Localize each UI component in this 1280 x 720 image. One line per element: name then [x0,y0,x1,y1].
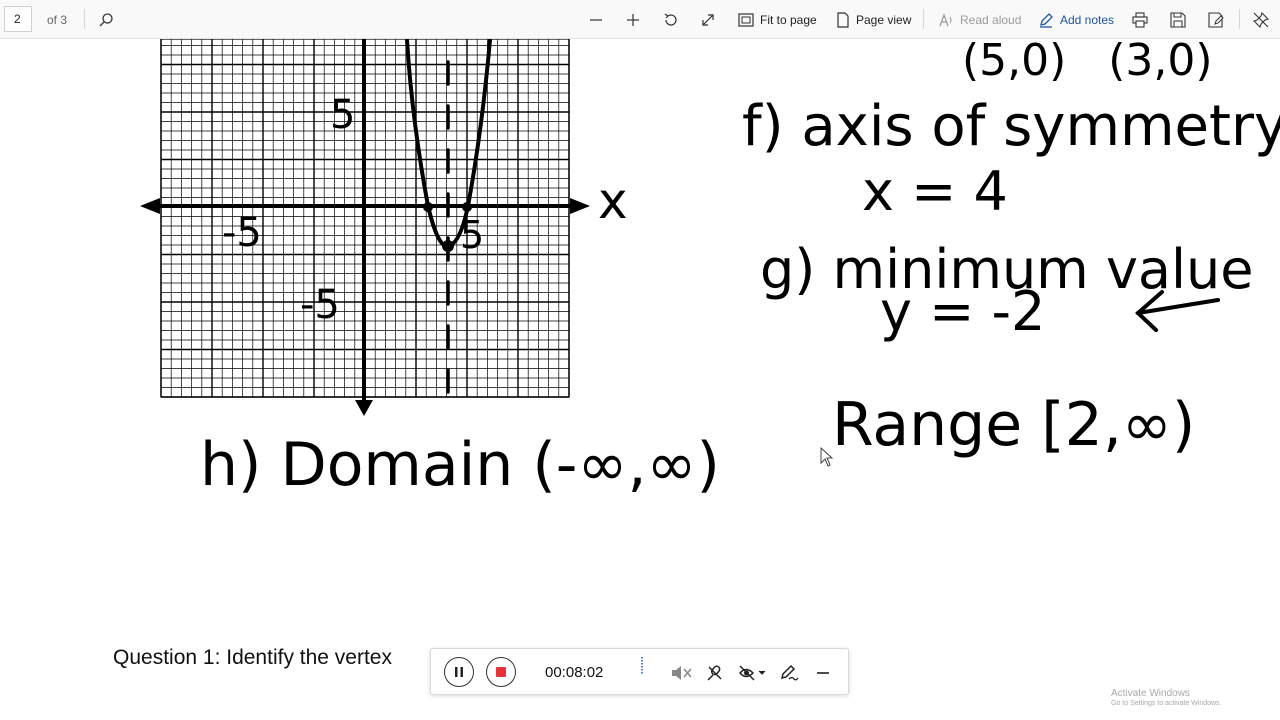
pause-button[interactable] [444,657,474,687]
x-axis-label: x [598,172,628,230]
tick-label-y-neg5: -5 [300,282,340,328]
x-axis-right-arrow [570,198,590,214]
x-intercept-point [423,202,433,212]
mouse-cursor-icon [820,447,834,467]
screen-recorder-bar: 00:08:02 [430,648,849,695]
axis-of-symmetry-label: f) axis of symmetry [742,94,1280,159]
microphone-off-icon[interactable] [703,661,727,685]
settings-pin-icon[interactable] [1250,9,1272,31]
toolbar-divider [1239,9,1240,29]
rotate-icon[interactable] [660,9,682,31]
print-icon[interactable] [1129,9,1151,31]
search-icon[interactable] [95,9,117,31]
tick-label-x-neg5: -5 [222,210,262,256]
page-total: of 3 [47,13,68,27]
minimum-value-value: y = -2 [880,280,1045,343]
x-intercept-point [462,202,472,212]
zoom-in-icon[interactable] [622,9,644,31]
recording-timer: 00:08:02 [545,664,604,681]
watermark-subtitle: Go to Settings to activate Windows. [1111,700,1222,707]
zoom-out-icon[interactable] [585,9,607,31]
watermark-title: Activate Windows [1111,688,1190,699]
fit-to-page-icon [738,13,754,27]
y-axis-down-arrow [355,400,373,416]
whiteboard-drawing: 5 -5 -5 5 x (5,0) (3,0) f) axis of symme… [140,39,1280,500]
toolbar-divider [84,9,85,29]
add-notes-label: Add notes [1060,13,1115,27]
save-as-icon[interactable] [1205,9,1227,31]
read-aloud-icon [939,13,952,27]
read-aloud-button[interactable]: Read aloud [938,9,1021,31]
page-view-label: Page view [856,13,912,27]
audio-level-icon [638,655,646,677]
activate-windows-watermark: Activate Windows Go to Settings to activ… [1111,688,1222,707]
add-notes-button[interactable]: Add notes [1038,9,1114,31]
page-number-input[interactable]: 2 [4,6,32,32]
range-label: Range [2,∞) [832,390,1195,460]
fit-to-page-button[interactable]: Fit to page [738,9,817,31]
domain-label: h) Domain (-∞,∞) [200,430,720,500]
axis-of-symmetry-value: x = 4 [862,160,1008,223]
stop-icon [496,667,506,677]
camera-off-dropdown-icon[interactable] [737,661,767,685]
x-axis-left-arrow [140,198,160,214]
vertex-point [442,240,454,252]
page-view-button[interactable]: Page view [836,9,911,31]
stop-recording-button[interactable] [486,657,516,687]
fit-to-page-label: Fit to page [760,13,817,27]
save-icon[interactable] [1167,9,1189,31]
intercepts-note: (5,0) (3,0) [962,39,1213,86]
toolbar-divider [923,9,924,29]
full-screen-icon[interactable] [697,9,719,31]
document-page: 5 -5 -5 5 x (5,0) (3,0) f) axis of symme… [0,39,1280,720]
speaker-muted-icon[interactable] [669,661,693,685]
read-aloud-label: Read aloud [960,13,1022,27]
minimize-icon[interactable] [811,661,835,685]
tick-label-x-5: 5 [460,213,484,257]
tick-label-y-5: 5 [330,92,355,138]
pause-icon [455,667,463,677]
page-view-icon [837,12,849,28]
pen-icon [1040,13,1053,28]
question-text: Question 1: Identify the vertex [113,646,392,669]
annotate-pen-icon[interactable] [777,661,801,685]
pdf-toolbar: 2 of 3 Fit to page Page view Read aloud … [0,0,1280,39]
